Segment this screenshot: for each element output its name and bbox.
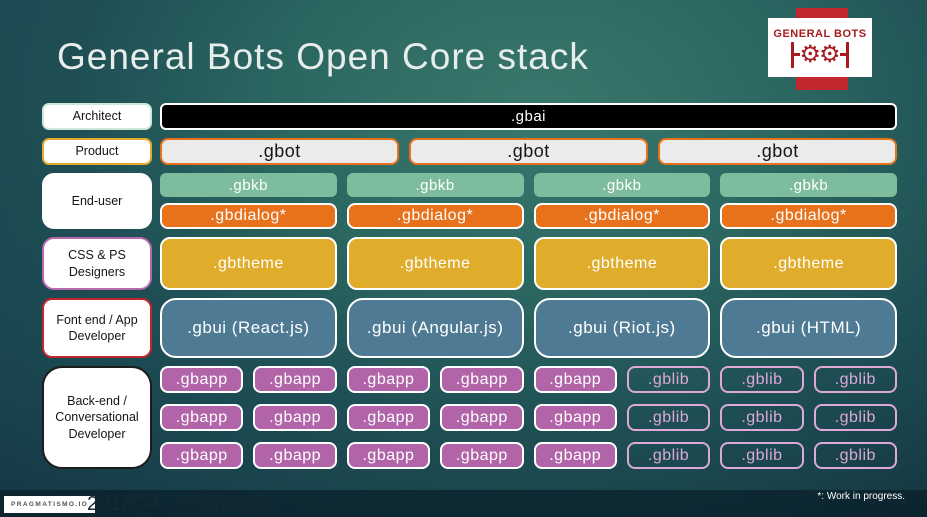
stack-line: .gbkb .gbkb .gbkb .gbkb bbox=[160, 173, 897, 197]
stack-line: .gbai bbox=[160, 103, 897, 130]
row-label-frontend: Font end / App Developer bbox=[42, 298, 152, 358]
work-in-progress-note: *: Work in progress. bbox=[817, 491, 905, 502]
logo-brand-text: GENERAL BOTS bbox=[773, 27, 867, 40]
stack-cell-gbapp: .gbapp bbox=[160, 404, 244, 431]
stack-cell-gbtheme: .gbtheme bbox=[533, 237, 711, 290]
stack-cell-gbui: .gbui (HTML) bbox=[720, 298, 897, 358]
stack-cell-gbai: .gbai bbox=[160, 103, 897, 130]
gear-icon: ⚙ bbox=[819, 40, 841, 68]
stack-cell-gbkb: .gbkb bbox=[533, 173, 711, 197]
stack-row-designers: CSS & PS Designers .gbtheme .gbtheme .gbthe… bbox=[42, 237, 897, 290]
row-lines-frontend: .gbui (React.js) .gbui (Angular.js) .gbui … bbox=[160, 298, 897, 358]
stack-row-end-user: End-user .gbkb .gbkb .gbkb .gbkb .gbdialog* .g… bbox=[42, 173, 897, 229]
stack-cell-gbdialog: .gbdialog* bbox=[160, 203, 337, 229]
row-lines-architect: .gbai bbox=[160, 103, 897, 130]
row-lines-product: .gbot .gbot .gbot bbox=[160, 138, 897, 165]
logo-gears-icon: ⚙ ⚙ bbox=[791, 40, 849, 68]
stack-cell-gblib: .gblib bbox=[720, 366, 804, 393]
stack-cell-gbapp: .gbapp bbox=[533, 442, 617, 469]
row-lines-backend: .gbapp .gbapp .gbapp .gbapp .gbapp .gblib .gbl… bbox=[160, 366, 897, 469]
stack-cell-gbui: .gbui (Riot.js) bbox=[533, 298, 711, 358]
stack-cell-gbot: .gbot bbox=[160, 138, 399, 165]
stack-cell-gbui: .gbui (React.js) bbox=[160, 298, 337, 358]
stack-line: .gbapp .gbapp .gbapp .gbapp .gbapp .gblib .gbl… bbox=[160, 442, 897, 469]
stack-cell-gblib: .gblib bbox=[720, 442, 804, 469]
stack-cell-gblib: .gblib bbox=[626, 404, 711, 431]
stack-line: .gbtheme .gbtheme .gbtheme .gbtheme bbox=[160, 237, 897, 290]
stack-cell-gbdialog: .gbdialog* bbox=[720, 203, 897, 229]
pragmatismo-badge: PRAGMATISMO.IO bbox=[4, 496, 96, 513]
stack-line: .gbapp .gbapp .gbapp .gbapp .gbapp .gblib .gbl… bbox=[160, 404, 897, 431]
stack-row-architect: Architect .gbai bbox=[42, 103, 897, 130]
stack-cell-gbot: .gbot bbox=[658, 138, 897, 165]
stack-row-frontend: Font end / App Developer .gbui (React.js)… bbox=[42, 298, 897, 358]
row-lines-designers: .gbtheme .gbtheme .gbtheme .gbtheme bbox=[160, 237, 897, 290]
stack-cell-gbui: .gbui (Angular.js) bbox=[346, 298, 524, 358]
row-label-product: Product bbox=[42, 138, 152, 165]
stack-cell-gbot: .gbot bbox=[409, 138, 648, 165]
stack-line: .gbdialog* .gbdialog* .gbdialog* .gbdialog* bbox=[160, 203, 897, 229]
row-label-architect: Architect bbox=[42, 103, 152, 130]
stack-cell-gbkb: .gbkb bbox=[346, 173, 524, 197]
logo-bar-right bbox=[845, 41, 849, 68]
stack-cell-gbtheme: .gbtheme bbox=[720, 237, 897, 290]
stack-cell-gbtheme: .gbtheme bbox=[160, 237, 337, 290]
row-label-backend: Back-end / Conversational Developer bbox=[42, 366, 152, 469]
footer-caption: 2018Q4 - Corporate bbox=[87, 493, 274, 515]
stack-cell-gbapp: .gbapp bbox=[346, 442, 431, 469]
stack-line: .gbapp .gbapp .gbapp .gbapp .gbapp .gblib .gbl… bbox=[160, 366, 897, 393]
stack-cell-gblib: .gblib bbox=[813, 366, 897, 393]
gear-icon: ⚙ bbox=[799, 40, 821, 68]
stack-cell-gbapp: .gbapp bbox=[253, 404, 337, 431]
stack-cell-gblib: .gblib bbox=[626, 366, 711, 393]
stack-cell-gbapp: .gbapp bbox=[160, 366, 244, 393]
stack-cell-gblib: .gblib bbox=[813, 442, 897, 469]
stack-cell-gbkb: .gbkb bbox=[160, 173, 337, 197]
stack-cell-gbapp: .gbapp bbox=[160, 442, 244, 469]
stack-row-backend: Back-end / Conversational Developer .gbap… bbox=[42, 366, 897, 469]
stack: Architect .gbai Product .gbot .gbot .gbot End-… bbox=[42, 103, 897, 469]
stack-cell-gbdialog: .gbdialog* bbox=[346, 203, 524, 229]
row-lines-end-user: .gbkb .gbkb .gbkb .gbkb .gbdialog* .gbdialog*… bbox=[160, 173, 897, 229]
stack-cell-gbapp: .gbapp bbox=[533, 366, 617, 393]
row-label-end-user: End-user bbox=[42, 173, 152, 229]
stack-cell-gbapp: .gbapp bbox=[253, 442, 337, 469]
stack-cell-gbapp: .gbapp bbox=[440, 442, 524, 469]
row-label-designers: CSS & PS Designers bbox=[42, 237, 152, 290]
stack-line: .gbui (React.js) .gbui (Angular.js) .gbui … bbox=[160, 298, 897, 358]
stack-cell-gblib: .gblib bbox=[813, 404, 897, 431]
stack-line: .gbot .gbot .gbot bbox=[160, 138, 897, 165]
stack-cell-gbapp: .gbapp bbox=[533, 404, 617, 431]
slide: General Bots Open Core stack GENERAL BOT… bbox=[0, 0, 927, 517]
stack-cell-gblib: .gblib bbox=[720, 404, 804, 431]
stack-cell-gbdialog: .gbdialog* bbox=[533, 203, 711, 229]
stack-cell-gbapp: .gbapp bbox=[346, 404, 431, 431]
stack-cell-gblib: .gblib bbox=[626, 442, 711, 469]
stack-cell-gbtheme: .gbtheme bbox=[346, 237, 524, 290]
stack-cell-gbapp: .gbapp bbox=[440, 404, 524, 431]
stack-cell-gbkb: .gbkb bbox=[720, 173, 897, 197]
general-bots-logo: GENERAL BOTS ⚙ ⚙ bbox=[768, 18, 872, 77]
page-title: General Bots Open Core stack bbox=[57, 36, 589, 77]
stack-cell-gbapp: .gbapp bbox=[253, 366, 337, 393]
stack-cell-gbapp: .gbapp bbox=[440, 366, 524, 393]
stack-row-product: Product .gbot .gbot .gbot bbox=[42, 138, 897, 165]
stack-cell-gbapp: .gbapp bbox=[346, 366, 431, 393]
